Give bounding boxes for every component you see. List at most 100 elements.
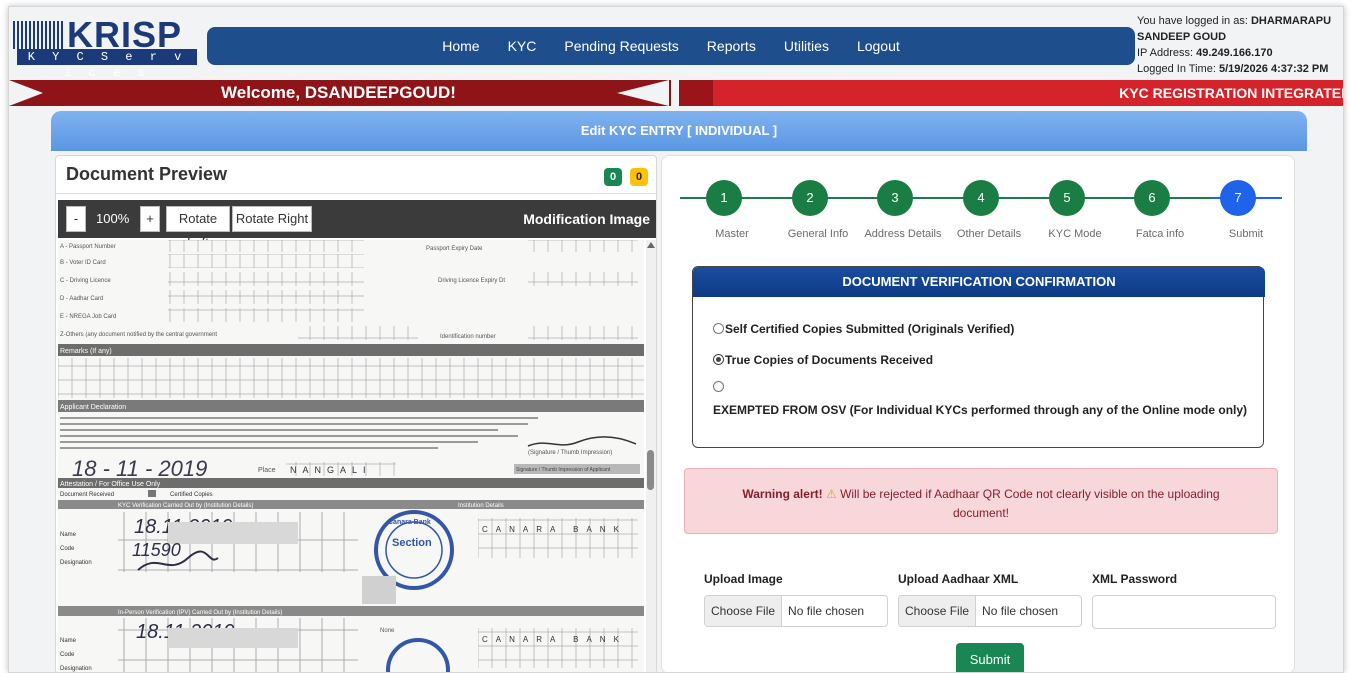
option-exempted-label: EXEMPTED FROM OSV (For Individual KYCs p… [713, 403, 1248, 417]
zoom-in-button[interactable]: + [140, 206, 160, 232]
document-verification-box: DOCUMENT VERIFICATION CONFIRMATION Self … [692, 266, 1265, 448]
form-date-1: 18 - 11 - 2019 [72, 456, 207, 481]
form-ident-number: Identification number [440, 334, 496, 340]
form-designation-label-1: Designation [60, 560, 92, 566]
zoom-level: 100% [96, 211, 130, 226]
warning-triangle-icon: ⚠ [825, 487, 837, 501]
nav-home[interactable]: Home [428, 27, 493, 65]
xml-password-label: XML Password [1092, 572, 1178, 586]
radio-true-copies[interactable] [713, 354, 724, 365]
marquee-text: KYC REGISTRATION INTEGRATEI [1119, 85, 1344, 101]
rotate-right-button[interactable]: Rotate Right [232, 206, 312, 232]
count-badge-green: 0 [604, 168, 622, 186]
welcome-text: Welcome, DSANDEEPGOUD! [221, 83, 456, 102]
page-title: Edit KYC ENTRY [ INDIVIDUAL ] [51, 111, 1307, 151]
count-badge-yellow: 0 [630, 168, 648, 186]
submit-button[interactable]: Submit [956, 643, 1024, 672]
form-certified: Certified Copies [170, 492, 213, 498]
krisp-logo: KRISP K Y C S e r v i c e s [13, 15, 199, 80]
stamp-bank: Canara Bank [388, 519, 431, 526]
step-1-circle[interactable]: 1 [706, 180, 742, 216]
progress-stepper: 1 2 3 4 5 6 7 [680, 178, 1282, 218]
form-row-passport: A - Passport Number [60, 244, 116, 250]
nav-kyc[interactable]: KYC [494, 27, 551, 65]
banner-arrow-left [9, 80, 43, 106]
step-7-circle[interactable]: 7 [1220, 180, 1256, 216]
logo-barcode-icon [13, 21, 63, 49]
choose-file-button-xml[interactable]: Choose File [899, 596, 977, 626]
form-declaration: Applicant Declaration [60, 404, 126, 411]
step-6-circle[interactable]: 6 [1134, 180, 1170, 216]
zoom-out-button[interactable]: - [66, 206, 86, 232]
form-passport-expiry: Passport Expiry Date [426, 246, 483, 252]
step-3-circle[interactable]: 3 [877, 180, 913, 216]
scanned-document-image[interactable]: A - Passport Number Passport Expiry Date… [58, 240, 644, 672]
upload-image-input[interactable]: Choose File No file chosen [704, 595, 888, 627]
form-place-label: Place [258, 467, 276, 474]
form-designation-label-2: Designation [60, 666, 92, 672]
step-3-label: Address Details [864, 228, 942, 240]
ip-address: 49.249.166.170 [1196, 47, 1273, 59]
option-true-copies[interactable]: True Copies of Documents Received [713, 352, 933, 368]
step-6-label: Fatca info [1135, 228, 1185, 240]
form-row-voter: B - Voter ID Card [60, 260, 106, 266]
form-code-label-2: Code [60, 652, 75, 658]
form-doc-received: Document Received [60, 492, 114, 498]
form-ipv: In-Person Verification (IPV) Carried Out… [118, 610, 282, 616]
form-code-label-1: Code [60, 546, 75, 552]
doc-scrollbar[interactable] [646, 240, 656, 672]
doc-preview-header: Document Preview 0 0 [56, 156, 656, 194]
radio-self-certified[interactable] [713, 323, 724, 334]
nav-pending-requests[interactable]: Pending Requests [550, 27, 692, 65]
doc-preview-title: Document Preview [66, 164, 228, 184]
verification-title: DOCUMENT VERIFICATION CONFIRMATION [693, 267, 1265, 297]
banner-strip [679, 80, 713, 106]
choose-file-button-image[interactable]: Choose File [705, 596, 783, 626]
form-row-nrega: E - NREGA Job Card [60, 314, 116, 320]
image-toolbar: - 100% + Rotate Left Rotate Right Modifi… [58, 200, 656, 250]
step-2-circle[interactable]: 2 [792, 180, 828, 216]
upload-xml-input[interactable]: Choose File No file chosen [898, 595, 1082, 627]
main-navbar: Home KYC Pending Requests Reports Utilit… [207, 27, 1135, 65]
logo-tagline: K Y C S e r v i c e s [17, 49, 197, 80]
ip-prefix: IP Address: [1137, 47, 1197, 59]
form-attest: Attestation / For Office Use Only [60, 481, 161, 488]
stamp-section: Section [392, 537, 432, 549]
nav-utilities[interactable]: Utilities [770, 27, 843, 65]
form-place: NANGALI [290, 465, 372, 475]
option-self-certified-label: Self Certified Copies Submitted (Origina… [725, 322, 1015, 336]
nav-reports[interactable]: Reports [693, 27, 770, 65]
header: KRISP K Y C S e r v i c e s Home KYC Pen… [9, 7, 1343, 80]
form-row-licence: C - Driving Licence [60, 278, 111, 284]
modification-image-label: Modification Image [523, 211, 650, 227]
step-4-circle[interactable]: 4 [963, 180, 999, 216]
doc-scroll-thumb[interactable] [647, 450, 654, 490]
form-remarks: Remarks (If any) [60, 348, 112, 355]
step-4-label: Other Details [956, 228, 1022, 240]
svg-text:(Signature / Thumb Impression): (Signature / Thumb Impression) [528, 450, 612, 456]
option-exempted[interactable] [713, 379, 725, 395]
warning-title: Warning alert! [742, 487, 823, 501]
form-bank-2: CANARA BANK [482, 635, 627, 644]
no-file-text-image: No file chosen [788, 604, 865, 618]
app-window: KRISP K Y C S e r v i c e s Home KYC Pen… [8, 6, 1344, 673]
step-7-label: Submit [1228, 228, 1264, 240]
step-5-circle[interactable]: 5 [1049, 180, 1085, 216]
rotate-left-button[interactable]: Rotate Left [166, 206, 230, 250]
radio-exempted[interactable] [713, 381, 724, 392]
stepper-line [680, 197, 1212, 199]
warning-text: Will be rejected if Aadhaar QR Code not … [840, 487, 1220, 520]
scroll-up-arrow-icon[interactable] [647, 242, 655, 248]
option-true-copies-label: True Copies of Documents Received [725, 353, 934, 367]
banner-arrow-right [617, 80, 669, 106]
warning-alert: Warning alert! ⚠ Will be rejected if Aad… [684, 468, 1278, 534]
nav-logout[interactable]: Logout [843, 27, 914, 65]
banner-marquee: KYC REGISTRATION INTEGRATEI [679, 80, 1344, 106]
option-self-certified[interactable]: Self Certified Copies Submitted (Origina… [713, 321, 1014, 337]
login-time: 5/19/2026 4:37:32 PM [1218, 63, 1329, 75]
form-none: None [380, 628, 395, 634]
form-name-label-2: Name [60, 638, 77, 644]
upload-xml-label: Upload Aadhaar XML [898, 572, 1019, 586]
step-1-label: Master [715, 228, 749, 240]
xml-password-input[interactable] [1092, 595, 1276, 629]
